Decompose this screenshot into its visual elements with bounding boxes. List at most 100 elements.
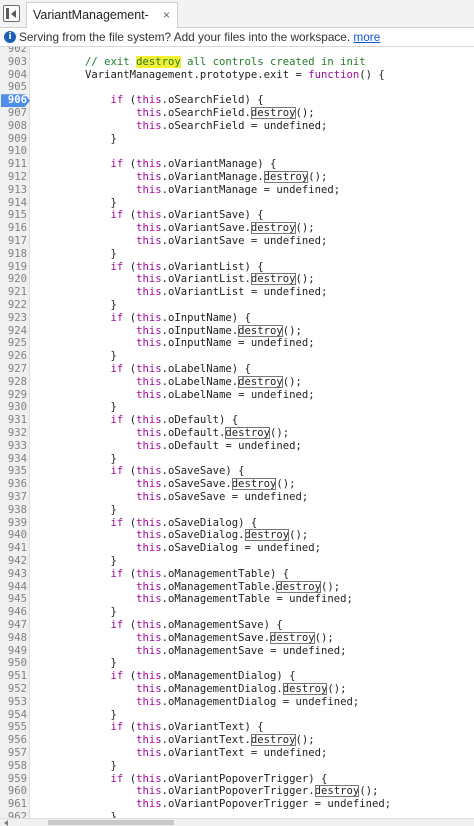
line-number[interactable]: 930	[0, 401, 27, 414]
code-line[interactable]: 960 this.oVariantPopoverTrigger.destroy(…	[0, 785, 474, 798]
line-number[interactable]: 928	[0, 376, 27, 389]
code-line[interactable]: 937 this.oSaveSave = undefined;	[0, 491, 474, 504]
code-line[interactable]: 941 this.oSaveDialog = undefined;	[0, 542, 474, 555]
line-number[interactable]: 955	[0, 721, 27, 734]
code-line[interactable]: 902	[0, 47, 474, 56]
code-line[interactable]: 952 this.oManagementDialog.destroy();	[0, 683, 474, 696]
line-number[interactable]: 916	[0, 222, 27, 235]
code-text[interactable]: if (this.oVariantPopoverTrigger) {	[34, 773, 328, 786]
code-line[interactable]: 946 }	[0, 606, 474, 619]
line-number[interactable]: 905	[0, 81, 27, 94]
code-text[interactable]: if (this.oVariantText) {	[34, 721, 264, 734]
code-line[interactable]: 915 if (this.oVariantSave) {	[0, 209, 474, 222]
code-line[interactable]: 909 }	[0, 133, 474, 146]
code-text[interactable]: }	[34, 299, 117, 312]
scroll-left-icon[interactable]	[4, 820, 8, 826]
code-line[interactable]: 903 // exit destroy all controls created…	[0, 55, 474, 69]
code-line[interactable]: 940 this.oSaveDialog.destroy();	[0, 529, 474, 542]
code-line[interactable]: 923 if (this.oInputName) {	[0, 312, 474, 325]
code-line[interactable]: 920 this.oVariantList.destroy();	[0, 273, 474, 286]
code-text[interactable]: if (this.oVariantSave) {	[34, 209, 264, 222]
code-text[interactable]: if (this.oInputName) {	[34, 312, 251, 325]
code-text[interactable]: this.oSaveSave.destroy();	[34, 478, 296, 491]
line-number[interactable]: 907	[0, 107, 27, 120]
line-number[interactable]: 918	[0, 248, 27, 261]
code-line[interactable]: 942 }	[0, 555, 474, 568]
code-line[interactable]: 938 }	[0, 504, 474, 517]
code-text[interactable]: this.oManagementDialog.destroy();	[34, 683, 347, 696]
line-number[interactable]: 944	[0, 581, 27, 594]
line-number[interactable]: 926	[0, 350, 27, 363]
code-line[interactable]: 918 }	[0, 248, 474, 261]
line-number[interactable]: 921	[0, 286, 27, 299]
code-text[interactable]: if (this.oLabelName) {	[34, 363, 251, 376]
more-link[interactable]: more	[353, 30, 380, 44]
code-line[interactable]: 953 this.oManagementDialog = undefined;	[0, 696, 474, 709]
code-text[interactable]: }	[34, 350, 117, 363]
code-line[interactable]: 931 if (this.oDefault) {	[0, 414, 474, 427]
line-number[interactable]: 951	[0, 670, 27, 683]
code-editor[interactable]: 902 903 // exit destroy all controls crea…	[0, 47, 474, 818]
toggle-navigator-button[interactable]	[3, 5, 20, 22]
line-number[interactable]: 958	[0, 760, 27, 773]
code-line[interactable]: 928 this.oLabelName.destroy();	[0, 375, 474, 389]
line-number[interactable]: 910	[0, 145, 27, 158]
code-line[interactable]: 958 }	[0, 760, 474, 773]
line-number[interactable]: 932	[0, 427, 27, 440]
line-number[interactable]: 913	[0, 184, 27, 197]
code-line[interactable]: 947 if (this.oManagementSave) {	[0, 619, 474, 632]
code-text[interactable]: if (this.oVariantManage) {	[34, 158, 277, 171]
code-text[interactable]: this.oVariantText = undefined;	[34, 747, 327, 760]
code-line[interactable]: 922 }	[0, 299, 474, 312]
code-text[interactable]: }	[34, 606, 117, 619]
code-line[interactable]: 936 this.oSaveSave.destroy();	[0, 478, 474, 491]
code-line[interactable]: 934 }	[0, 453, 474, 466]
line-number[interactable]: 904	[0, 69, 27, 82]
code-line[interactable]: 961 this.oVariantPopoverTrigger = undefi…	[0, 798, 474, 811]
code-text[interactable]: VariantManagement.prototype.exit = funct…	[34, 69, 385, 82]
code-text[interactable]: this.oDefault = undefined;	[34, 440, 302, 453]
code-line[interactable]: 912 this.oVariantManage.destroy();	[0, 171, 474, 184]
line-number[interactable]: 949	[0, 645, 27, 658]
code-line[interactable]: 956 this.oVariantText.destroy();	[0, 734, 474, 747]
code-line[interactable]: 962 }	[0, 811, 474, 818]
line-number[interactable]: 920	[0, 273, 27, 286]
code-line[interactable]: 949 this.oManagementSave = undefined;	[0, 645, 474, 658]
code-line[interactable]: 924 this.oInputName.destroy();	[0, 324, 474, 338]
line-number[interactable]: 942	[0, 555, 27, 568]
code-text[interactable]: this.oVariantPopoverTrigger = undefined;	[34, 798, 391, 811]
scrollbar-thumb[interactable]	[48, 820, 174, 825]
code-line[interactable]: 929 this.oLabelName = undefined;	[0, 389, 474, 402]
line-number[interactable]: 952	[0, 683, 27, 696]
line-number[interactable]: 929	[0, 389, 27, 402]
code-line[interactable]: 916 this.oVariantSave.destroy();	[0, 222, 474, 235]
code-line[interactable]: 925 this.oInputName = undefined;	[0, 337, 474, 350]
line-number[interactable]: 925	[0, 337, 27, 350]
line-number[interactable]: 956	[0, 734, 27, 747]
code-text[interactable]: this.oVariantSave = undefined;	[34, 235, 327, 248]
code-text[interactable]: this.oManagementTable = undefined;	[34, 593, 353, 606]
line-number[interactable]: 902	[0, 47, 27, 56]
code-line[interactable]: 908 this.oSearchField = undefined;	[0, 120, 474, 133]
line-number[interactable]: 938	[0, 504, 27, 517]
line-number[interactable]: 917	[0, 235, 27, 248]
code-text[interactable]: this.oSearchField = undefined;	[34, 120, 327, 133]
code-text[interactable]: }	[34, 760, 117, 773]
line-number[interactable]: 947	[0, 619, 27, 632]
tab-source-file[interactable]: VariantManagement-dbg.js ×	[26, 2, 178, 47]
code-text[interactable]: this.oVariantSave.destroy();	[34, 222, 315, 235]
line-number[interactable]: 931	[0, 414, 27, 427]
line-number[interactable]: 915	[0, 209, 27, 222]
code-text[interactable]: if (this.oManagementSave) {	[34, 619, 283, 632]
code-line[interactable]: 951 if (this.oManagementDialog) {	[0, 670, 474, 683]
code-text[interactable]: this.oDefault.destroy();	[34, 427, 289, 440]
line-number[interactable]: 937	[0, 491, 27, 504]
code-line[interactable]: 917 this.oVariantSave = undefined;	[0, 235, 474, 248]
line-number[interactable]: 943	[0, 568, 27, 581]
line-number[interactable]: 939	[0, 517, 27, 530]
code-text[interactable]: this.oManagementTable.destroy();	[34, 580, 340, 594]
line-number[interactable]: 961	[0, 798, 27, 811]
code-line[interactable]: 954 }	[0, 709, 474, 722]
code-text[interactable]: this.oInputName.destroy();	[34, 324, 302, 338]
code-line[interactable]: 932 this.oDefault.destroy();	[0, 427, 474, 440]
